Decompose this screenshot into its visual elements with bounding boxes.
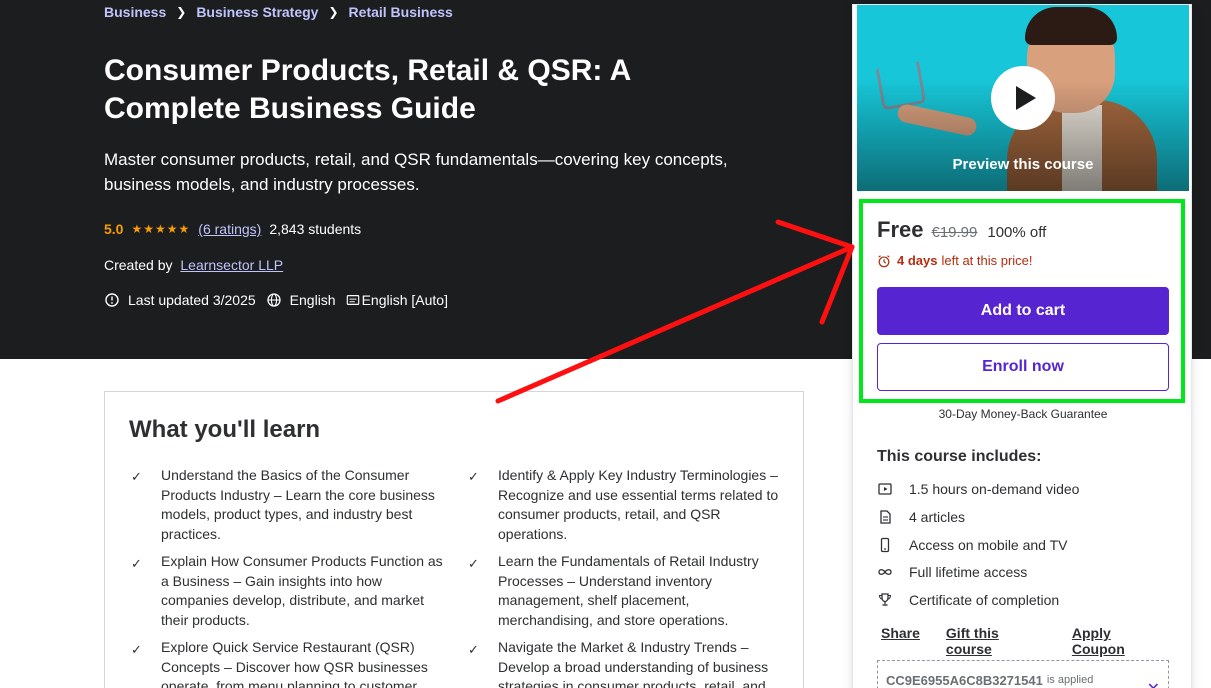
apply-coupon-button[interactable]: Apply Coupon	[1072, 625, 1165, 657]
learn-item: Learn the Fundamentals of Retail Industr…	[498, 553, 759, 628]
globe-icon	[267, 293, 281, 307]
captions-text: English [Auto]	[361, 292, 448, 308]
include-item-label: 4 articles	[909, 509, 966, 525]
remove-coupon-icon[interactable]: ✕	[1147, 679, 1160, 688]
coupon-status: is applied	[1046, 674, 1094, 686]
coupon-code: CC9E6955A6C8B3271541	[886, 672, 1043, 688]
closed-captions-icon	[346, 295, 359, 305]
learn-item: Explore Quick Service Restaurant (QSR) C…	[161, 639, 428, 688]
check-icon: ✓	[131, 469, 142, 484]
include-item-label: Access on mobile and TV	[909, 537, 1068, 553]
purchase-sidebar: Preview this course Free €19.99 100% off…	[852, 4, 1192, 688]
applied-coupon: CC9E6955A6C8B3271541 is applied ✕	[877, 660, 1169, 688]
alert-badge-icon	[105, 293, 119, 307]
language: English	[266, 292, 336, 308]
rating-row: 5.0 ★ ★ ★ ★ ★ (6 ratings) 2,843 students	[104, 221, 361, 237]
sidebar-links: Share Gift this course Apply Coupon	[881, 625, 1191, 657]
created-by: Created by Learnsector LLP	[104, 257, 283, 273]
check-icon: ✓	[468, 556, 479, 571]
learn-title: What you'll learn	[129, 416, 321, 443]
include-item-label: 1.5 hours on-demand video	[909, 481, 1080, 497]
trophy-icon	[878, 593, 892, 606]
include-item: Access on mobile and TV	[877, 537, 1068, 553]
last-updated: Last updated 3/2025	[104, 292, 256, 308]
star-icon: ★	[155, 222, 166, 236]
course-subtitle: Master consumer products, retail, and QS…	[104, 150, 728, 194]
check-icon: ✓	[468, 469, 479, 484]
article-icon	[880, 510, 891, 524]
star-icon: ★	[178, 222, 190, 236]
last-updated-text: Last updated 3/2025	[128, 292, 256, 308]
what-you-will-learn: What you'll learn ✓ Understand the Basic…	[104, 391, 804, 688]
gift-course-button[interactable]: Gift this course	[946, 625, 1046, 657]
check-icon: ✓	[131, 642, 142, 657]
students-count: 2,843 students	[269, 221, 362, 237]
include-item: 4 articles	[877, 509, 965, 525]
learn-item: Identify & Apply Key Industry Terminolog…	[498, 467, 779, 542]
chevron-right-icon: ❯	[328, 5, 339, 19]
money-back-guarantee: 30-Day Money-Back Guarantee	[938, 407, 1108, 421]
video-icon	[878, 483, 892, 495]
breadcrumb-business-strategy[interactable]: Business Strategy	[196, 4, 318, 20]
include-item-label: Full lifetime access	[909, 564, 1028, 580]
share-button[interactable]: Share	[881, 625, 920, 657]
check-icon: ✓	[468, 642, 479, 657]
course-preview[interactable]: Preview this course	[857, 5, 1189, 191]
include-item: Full lifetime access	[877, 564, 1027, 580]
breadcrumb-retail-business[interactable]: Retail Business	[349, 4, 453, 20]
course-title: Consumer Products, Retail & QSR: A Compl…	[104, 54, 631, 125]
learn-item: Understand the Basics of the Consumer Pr…	[161, 467, 435, 542]
learn-item: Explain How Consumer Products Function a…	[161, 553, 443, 628]
include-item-label: Certificate of completion	[909, 592, 1060, 608]
include-item: 1.5 hours on-demand video	[877, 481, 1079, 497]
mobile-icon	[880, 537, 890, 553]
play-button[interactable]	[991, 66, 1055, 130]
preview-label[interactable]: Preview this course	[857, 156, 1189, 173]
star-icon: ★	[166, 222, 178, 236]
chevron-right-icon: ❯	[176, 5, 187, 19]
star-rating: ★ ★ ★ ★ ★	[131, 222, 190, 236]
created-by-label: Created by	[104, 257, 173, 273]
infinity-icon	[878, 569, 892, 575]
course-meta: Last updated 3/2025 English English [Aut…	[104, 292, 458, 308]
language-text: English	[289, 292, 336, 308]
includes-title: This course includes:	[877, 448, 1042, 465]
star-icon: ★	[143, 222, 154, 236]
ratings-link[interactable]: (6 ratings)	[198, 221, 261, 237]
breadcrumb: Business ❯ Business Strategy ❯ Retail Bu…	[104, 4, 453, 20]
captions: English [Auto]	[346, 292, 448, 308]
highlight-annotation-box	[859, 199, 1185, 403]
star-icon: ★	[131, 222, 143, 236]
breadcrumb-business[interactable]: Business	[104, 4, 166, 20]
rating-value: 5.0	[104, 221, 124, 237]
play-icon	[1015, 86, 1036, 110]
author-link[interactable]: Learnsector LLP	[180, 257, 283, 273]
check-icon: ✓	[131, 556, 142, 571]
include-item: Certificate of completion	[877, 592, 1059, 608]
learn-item: Navigate the Market & Industry Trends – …	[498, 639, 769, 688]
